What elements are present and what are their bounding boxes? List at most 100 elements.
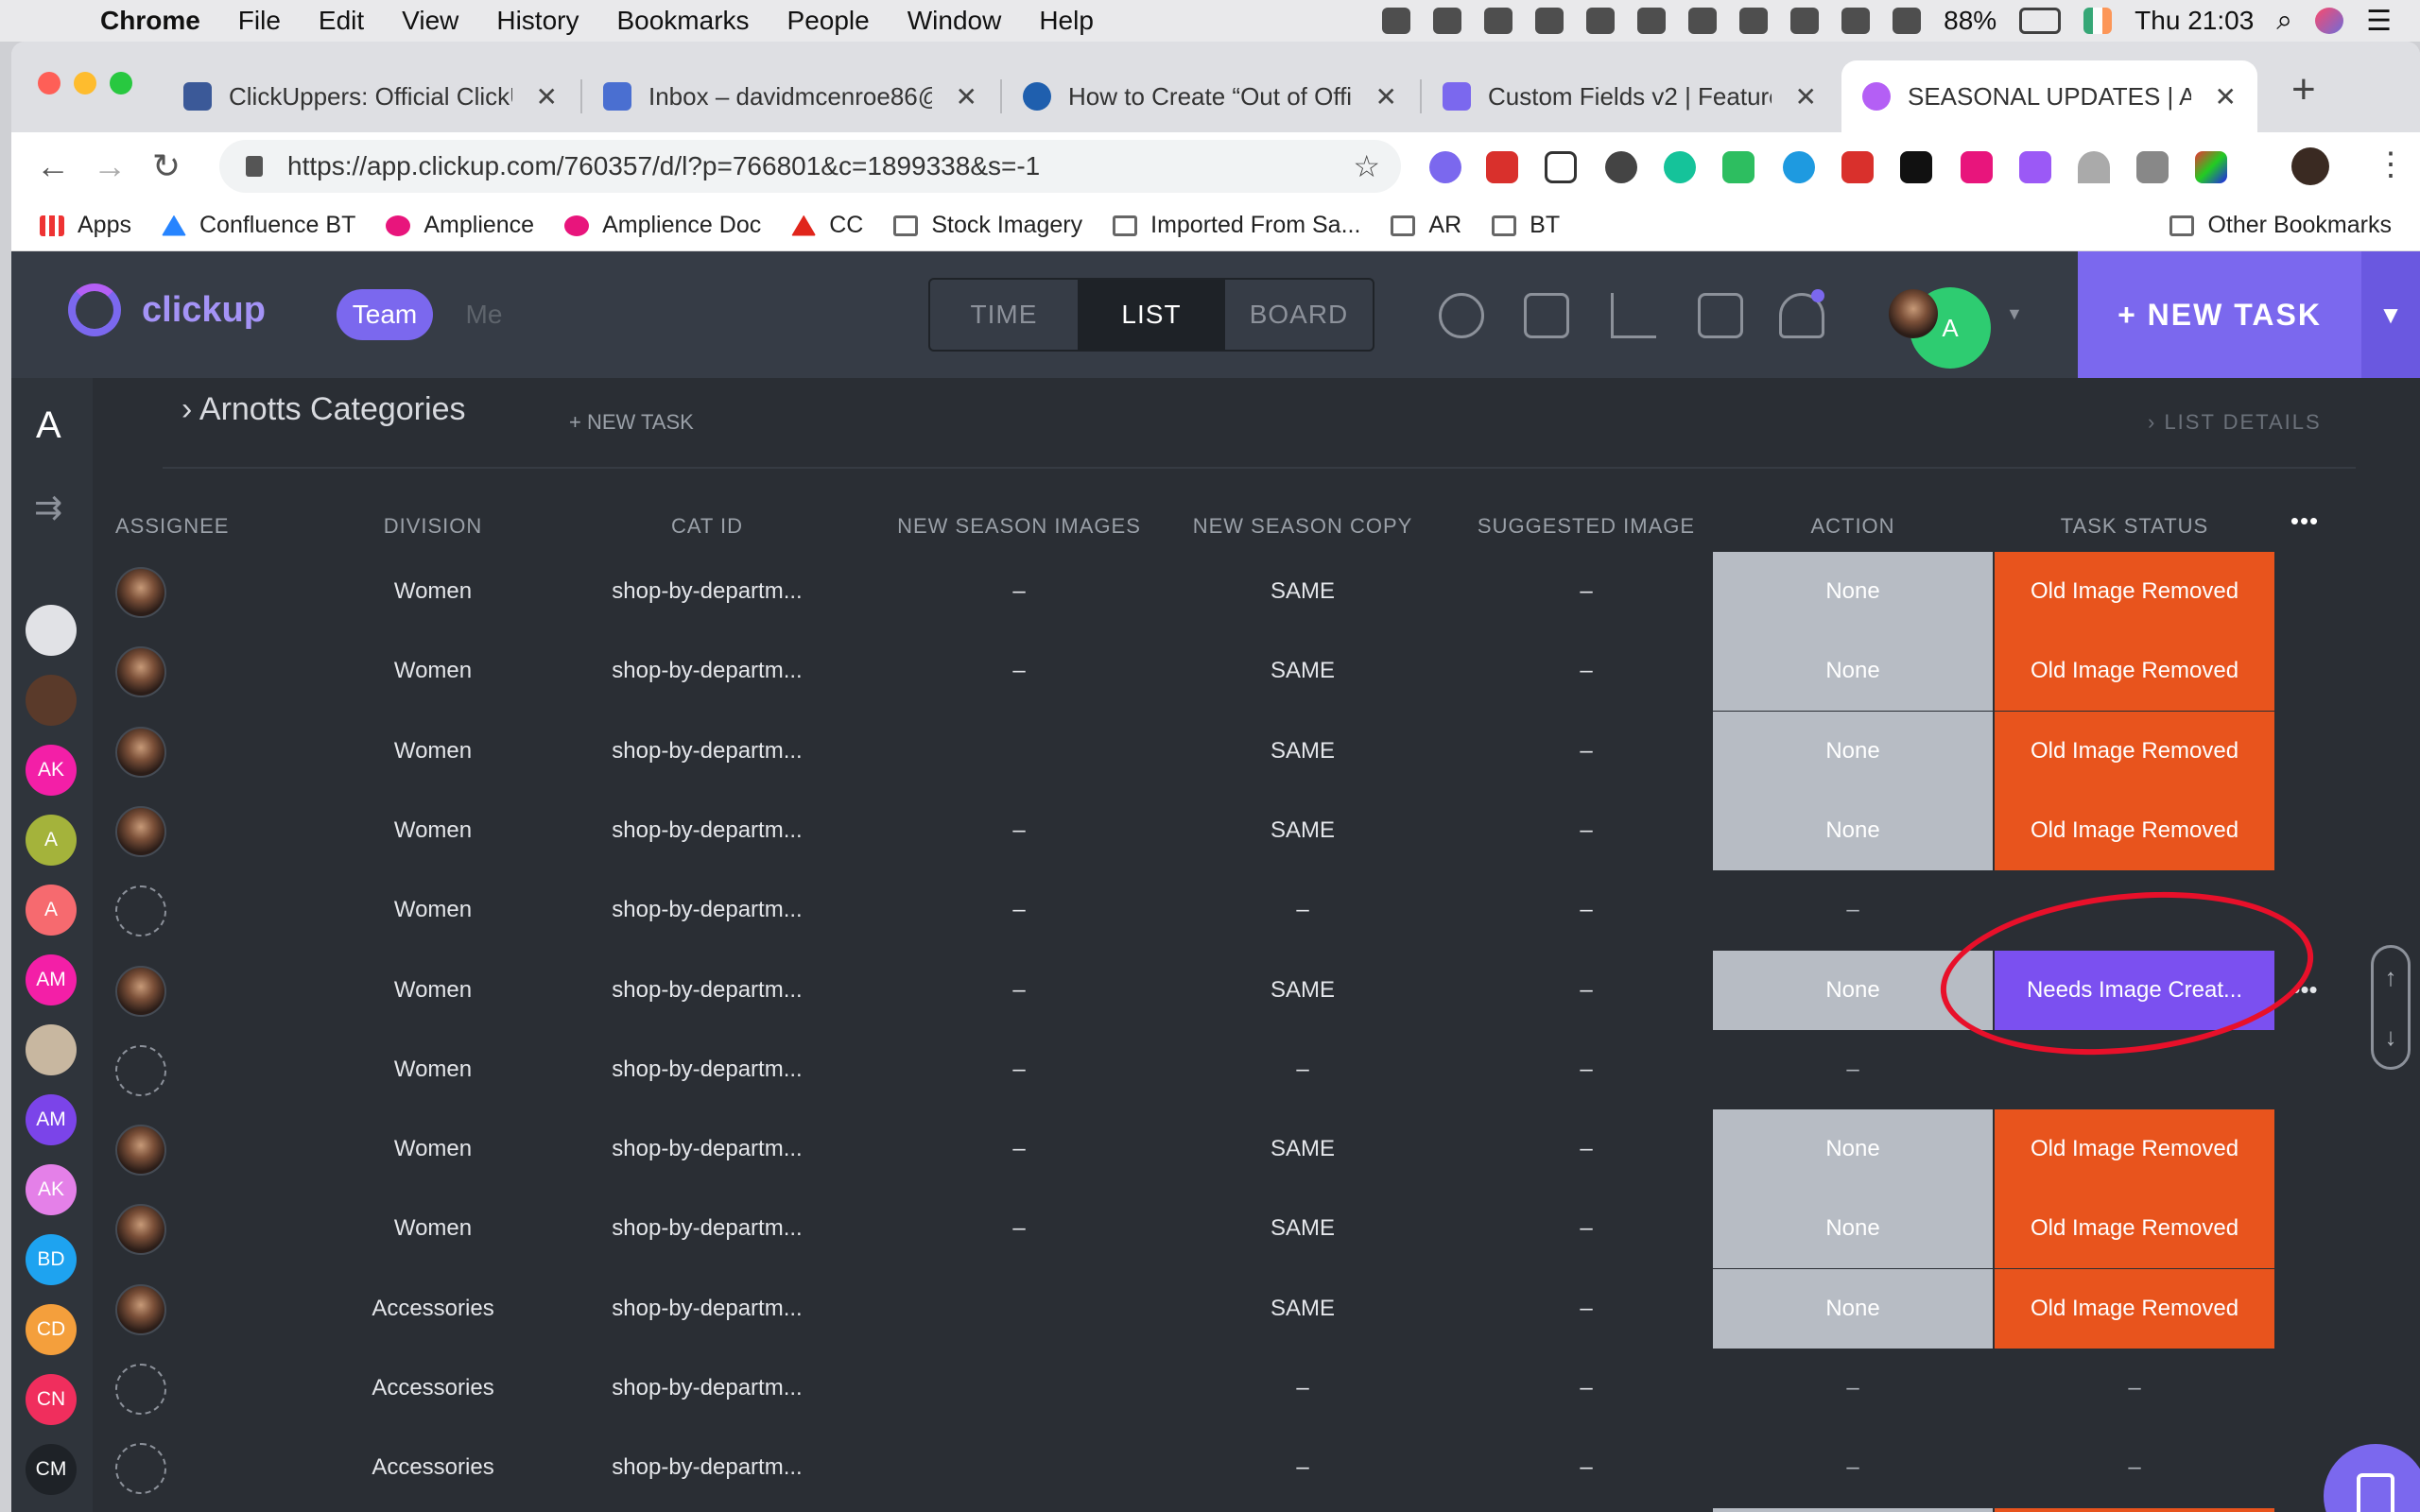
assignee-avatar[interactable]	[115, 805, 166, 857]
view-list[interactable]: LIST	[1078, 280, 1225, 350]
menu-people[interactable]: People	[769, 6, 889, 36]
adblock-extension-icon[interactable]	[1841, 151, 1874, 183]
close-tab-icon[interactable]: ✕	[939, 81, 977, 112]
maximize-window-button[interactable]	[110, 72, 132, 94]
task-status-dropdown[interactable]: Old Image Removed	[1995, 631, 2274, 712]
action-dropdown[interactable]: None	[1713, 631, 1993, 712]
member-avatar[interactable]	[26, 675, 77, 726]
new-season-images-cell[interactable]: –	[887, 951, 1151, 1030]
view-time[interactable]: TIME	[930, 280, 1078, 350]
siri-icon[interactable]	[2315, 8, 2344, 34]
menu-view[interactable]: View	[383, 6, 477, 36]
new-season-images-cell[interactable]: –	[887, 791, 1151, 870]
paint-extension-icon[interactable]	[2019, 151, 2051, 183]
suggested-image-cell[interactable]: –	[1454, 1189, 1719, 1268]
ninja-extension-icon[interactable]	[1900, 151, 1932, 183]
cat-id-cell[interactable]: shop-by-departm...	[603, 1428, 811, 1507]
task-status-dropdown[interactable]: Old Image Removed	[1995, 711, 2274, 791]
clipboard-icon[interactable]	[1698, 293, 1743, 338]
clock[interactable]: Thu 21:03	[2135, 6, 2254, 36]
action-dropdown[interactable]: None	[1713, 1268, 1993, 1349]
cat-id-cell[interactable]: shop-by-departm...	[603, 631, 811, 711]
suggested-image-cell[interactable]: –	[1454, 951, 1719, 1030]
new-task-button[interactable]: + NEW TASK	[2078, 251, 2361, 378]
new-season-copy-cell[interactable]: SAME	[1170, 1189, 1435, 1268]
new-season-images-cell[interactable]: –	[887, 631, 1151, 711]
notion-icon[interactable]	[1433, 8, 1462, 34]
table-row[interactable]: Women shop-by-departm... SAME – None Old Imag…	[102, 711, 2356, 791]
image-extension-icon[interactable]	[2136, 151, 2169, 183]
add-assignee-icon[interactable]	[115, 1364, 166, 1415]
table-row[interactable]: Women shop-by-departm... – SAME – None Old Ima…	[102, 790, 2356, 870]
user-menu-caret-icon[interactable]: ▼	[2006, 304, 2023, 324]
new-season-images-cell[interactable]: –	[887, 1508, 1151, 1512]
add-assignee-icon[interactable]	[115, 885, 166, 937]
bookmark-stock-imagery[interactable]: Stock Imagery	[893, 212, 1082, 239]
volume-icon[interactable]	[1893, 8, 1922, 34]
address-bar[interactable]: https://app.clickup.com/760357/d/l?p=766…	[219, 140, 1401, 193]
suggested-image-cell[interactable]: –	[1454, 552, 1719, 631]
menu-help[interactable]: Help	[1020, 6, 1113, 36]
bookmark-ar[interactable]: AR	[1391, 212, 1461, 239]
member-avatar[interactable]: A	[26, 815, 77, 866]
suggested-image-cell[interactable]: –	[1454, 791, 1719, 870]
back-icon[interactable]: ←	[25, 146, 81, 186]
new-season-copy-cell[interactable]: SAME	[1170, 712, 1435, 791]
cloud-upload-icon[interactable]	[1535, 8, 1564, 34]
menu-file[interactable]: File	[219, 6, 300, 36]
new-season-images-cell[interactable]: –	[887, 870, 1151, 950]
new-season-copy-cell[interactable]: SAME	[1170, 951, 1435, 1030]
tab-custom-fields[interactable]: Custom Fields v2 | Feature I ✕	[1422, 60, 1838, 132]
teamviewer-icon[interactable]	[1382, 8, 1411, 34]
new-task-dropdown-icon[interactable]: ▼	[2361, 251, 2420, 378]
new-season-copy-cell[interactable]: SAME	[1170, 631, 1435, 711]
assignee-avatar[interactable]	[115, 1283, 166, 1335]
suggested-image-cell[interactable]: –	[1454, 1508, 1719, 1512]
minimize-window-button[interactable]	[74, 72, 96, 94]
division-cell[interactable]: Accessories	[338, 1349, 527, 1428]
member-avatar[interactable]	[26, 1024, 77, 1075]
lastpass-extension-icon[interactable]	[1605, 151, 1637, 183]
division-cell[interactable]: Women	[338, 1030, 527, 1109]
new-season-images-cell[interactable]	[887, 1269, 1151, 1349]
new-season-images-cell[interactable]: –	[887, 1189, 1151, 1268]
action-dropdown[interactable]: –	[1713, 1030, 1993, 1109]
me-toggle[interactable]: Me	[456, 289, 512, 340]
division-cell[interactable]: Women	[338, 1189, 527, 1268]
suggested-image-cell[interactable]: –	[1454, 712, 1719, 791]
action-dropdown[interactable]: None	[1713, 552, 1993, 631]
forward-icon[interactable]: →	[81, 146, 138, 186]
collapse-sidebar-icon[interactable]: ⇉	[34, 488, 62, 527]
member-avatar[interactable]: AK	[26, 745, 77, 796]
new-season-images-cell[interactable]	[887, 712, 1151, 791]
grammarly-extension-icon[interactable]	[1664, 151, 1696, 183]
member-avatar[interactable]: AK	[26, 1164, 77, 1215]
bookmark-amplience[interactable]: Amplience	[386, 212, 534, 239]
close-window-button[interactable]	[38, 72, 60, 94]
m-extension-icon[interactable]	[1961, 151, 1993, 183]
new-season-images-cell[interactable]: –	[887, 1030, 1151, 1109]
scroll-down-icon[interactable]: ↓	[2385, 1022, 2397, 1052]
bookmark-other[interactable]: Other Bookmarks	[2169, 212, 2392, 239]
arrows-icon[interactable]	[1637, 8, 1667, 34]
new-season-copy-cell[interactable]: SAME	[1170, 1269, 1435, 1349]
table-row[interactable]: Accessories shop-by-departm... – – – –	[102, 1428, 2356, 1508]
assignee-avatar[interactable]	[115, 1204, 166, 1256]
new-season-images-cell[interactable]	[887, 1349, 1151, 1428]
new-season-copy-cell[interactable]: SAME	[1170, 1109, 1435, 1189]
reload-icon[interactable]: ↻	[138, 146, 195, 186]
team-toggle[interactable]: Team	[337, 289, 433, 340]
list-title[interactable]: › Arnotts Categories	[182, 391, 465, 428]
column-action[interactable]: ACTION	[1713, 514, 1993, 539]
add-assignee-icon[interactable]	[115, 1443, 166, 1495]
new-season-copy-cell[interactable]: SAME	[1170, 791, 1435, 870]
chrome-menu-icon[interactable]: ⋮	[2375, 146, 2407, 183]
menu-history[interactable]: History	[477, 6, 597, 36]
action-dropdown[interactable]: None	[1713, 790, 1993, 870]
table-row[interactable]: Accessories shop-by-departm... SAME – None Ol…	[102, 1268, 2356, 1349]
view-board[interactable]: BOARD	[1225, 280, 1373, 350]
battery-icon[interactable]	[2019, 8, 2062, 34]
cat-id-cell[interactable]: shop-by-departm...	[603, 1349, 811, 1428]
member-avatar[interactable]: CM	[26, 1444, 77, 1495]
cat-id-cell[interactable]: shop-by-departm...	[603, 1508, 811, 1512]
